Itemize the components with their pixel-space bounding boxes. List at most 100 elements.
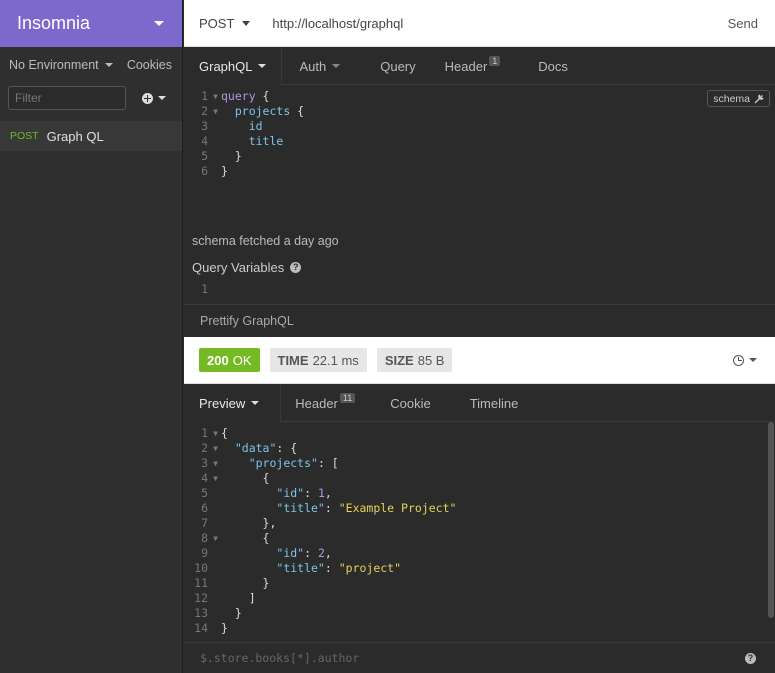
json-key: "title" [276,501,325,515]
response-viewer[interactable]: 1 ▼{ 2 ▼ "data": { 3 ▼ "projects": [ 4 ▼ { 5… [184,426,767,640]
tab-label: Query [380,58,416,74]
prettify-bar: Prettify GraphQL [184,304,775,337]
help-icon[interactable]: ? [290,261,302,273]
tab-preview[interactable]: Preview [184,384,282,422]
line-number: 10 [194,561,208,575]
tab-label: Docs [538,58,568,74]
add-request-button[interactable] [142,92,166,104]
response-scrollbar[interactable] [768,422,774,618]
code-token: id [248,119,263,133]
chevron-down-icon [749,358,757,362]
response-status-bar: 200 OK TIME 22.1 ms SIZE 85 B [184,337,775,384]
tab-timeline[interactable]: Timeline [446,384,534,422]
code-token: projects [234,104,291,118]
tab-docs[interactable]: Docs [515,47,583,85]
response-tabs: Preview Header 11 Cookie Timeline [184,384,775,422]
send-button[interactable]: Send [728,16,758,31]
response-filter-bar: ? [184,642,775,673]
query-variables-editor[interactable]: 1 [184,282,775,304]
chevron-down-icon [158,96,166,100]
tab-cookie[interactable]: Cookie [370,384,445,422]
time-value: 22.1 ms [312,352,359,368]
tab-label: Auth [299,58,327,74]
environment-dropdown[interactable]: No Environment [9,58,113,72]
sidebar-request-item[interactable]: POST Graph QL [0,121,182,151]
json-key: "data" [234,441,277,455]
tab-label: Header [444,58,488,74]
tab-query[interactable]: Query [354,47,430,85]
app-name: Insomnia [17,13,91,33]
filter-input[interactable] [8,86,126,110]
line-number: 11 [194,576,208,590]
schema-status: schema fetched a day ago [192,234,339,248]
graphql-query-editor[interactable]: 1 ▼ query { 2 ▼ projects { 3 id 4 title 5 }… [184,86,775,226]
help-icon[interactable]: ? [745,653,756,664]
tab-label: Cookie [390,395,431,411]
line-number: 2 [201,441,208,455]
request-tabs: GraphQL Auth Query Header 1 Docs [184,47,775,85]
filter-row [0,83,182,113]
schema-button-label: schema [713,92,750,105]
tab-auth[interactable]: Auth [282,47,354,85]
line-number: 12 [194,591,208,605]
time-badge: TIME 22.1 ms [269,348,367,372]
chevron-down-icon [242,20,251,26]
status-code: 200 [207,352,229,368]
url-input[interactable]: http://localhost/graphql [272,16,403,31]
time-label: TIME [277,352,309,368]
json-value: "project" [338,561,402,575]
chevron-down-icon [104,63,113,67]
line-number: 3 [201,456,208,470]
size-badge: SIZE 85 B [376,348,453,372]
response-filter-input[interactable] [200,651,700,665]
tab-label: Header [295,395,338,411]
request-method: POST [10,130,39,142]
clock-icon [733,354,744,366]
line-number: 2 [201,104,208,118]
plus-circle-icon [142,92,153,104]
cookies-button[interactable]: Cookies [127,58,172,72]
tab-header[interactable]: Header 1 [431,47,516,85]
line-number: 14 [194,621,208,635]
line-number: 4 [201,471,208,485]
json-key: "projects" [248,456,318,470]
method-label: POST [199,15,235,31]
tab-label: Preview [199,395,246,411]
environment-label: No Environment [9,58,99,72]
prettify-button[interactable]: Prettify GraphQL [200,314,294,328]
line-number: 3 [201,119,208,133]
response-history-button[interactable] [733,354,757,366]
json-value: "Example Project" [338,501,457,515]
schema-button[interactable]: schema [707,90,770,107]
line-number: 7 [201,516,208,530]
chevron-down-icon [332,64,341,68]
size-value: 85 B [417,352,445,368]
json-key: "id" [276,546,305,560]
line-number: 1 [201,282,208,296]
line-number: 8 [201,531,208,545]
size-label: SIZE [384,352,414,368]
environment-row: No Environment Cookies [0,47,182,83]
line-number: 6 [201,501,208,515]
method-dropdown[interactable]: POST [199,15,251,31]
tab-label: Timeline [469,395,519,411]
chevron-down-icon [251,401,260,405]
sidebar: Insomnia No Environment Cookies POST Gra… [0,0,183,673]
request-name: Graph QL [46,128,104,144]
code-token: title [248,134,284,148]
line-number: 1 [201,426,208,440]
wrench-icon [754,93,764,103]
line-number: 1 [201,89,208,103]
workspace-menu[interactable]: Insomnia [0,0,182,47]
json-value: 2 [317,546,325,560]
tab-response-header[interactable]: Header 11 [281,384,370,422]
line-number: 6 [201,164,208,178]
line-number: 13 [194,606,208,620]
line-number: 9 [201,546,208,560]
query-variables-header: Query Variables ? [184,253,775,281]
tab-graphql[interactable]: GraphQL [184,47,283,85]
line-number: 5 [201,486,208,500]
tab-label: GraphQL [199,58,253,74]
line-number: 4 [201,134,208,148]
header-count-badge: 1 [489,56,501,66]
